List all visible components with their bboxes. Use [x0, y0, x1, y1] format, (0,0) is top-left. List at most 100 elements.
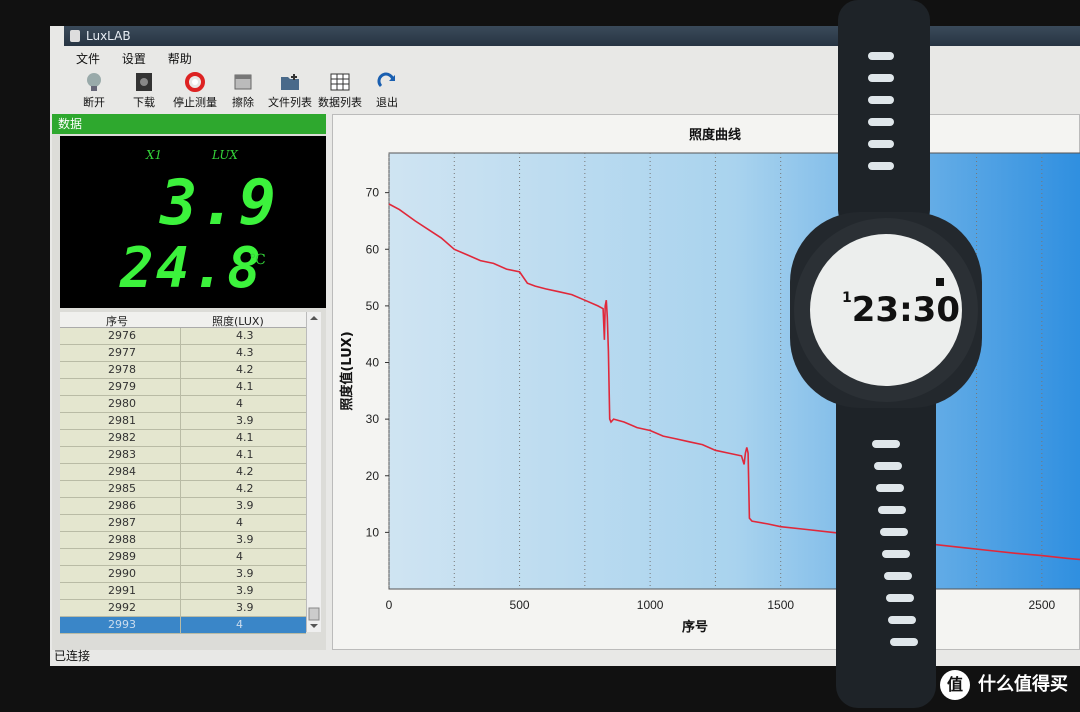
- cell-lux: 4.1: [236, 431, 254, 444]
- table-row[interactable]: 2981 3.9: [60, 413, 306, 430]
- table-row[interactable]: 2989 4: [60, 549, 306, 566]
- table-row[interactable]: 2987 4: [60, 515, 306, 532]
- y-axis-label: 照度值(LUX): [339, 331, 355, 410]
- cell-lux: 3.9: [236, 567, 254, 580]
- table-row[interactable]: 2984 4.2: [60, 464, 306, 481]
- y-tick-label: 30: [366, 412, 380, 426]
- column-header-lux[interactable]: 照度(LUX): [212, 313, 264, 329]
- table-row[interactable]: 2993 4: [60, 617, 306, 634]
- cell-index: 2984: [108, 465, 136, 478]
- toolbar-label: 擦除: [232, 96, 254, 109]
- file-list-button[interactable]: 文件列表: [266, 72, 314, 112]
- cell-index: 2981: [108, 414, 136, 427]
- lux-reading: 3.9: [160, 166, 278, 239]
- watch-graphic: [790, 0, 982, 708]
- unit-label: LUX: [212, 148, 238, 162]
- toolbar-label: 退出: [376, 96, 398, 109]
- table-scrollbar[interactable]: [306, 312, 321, 632]
- cell-index: 2985: [108, 482, 136, 495]
- y-tick-label: 50: [366, 299, 380, 313]
- cell-lux: 4.2: [236, 482, 254, 495]
- watch-time: 123:30: [842, 290, 960, 330]
- table-header: 序号 照度(LUX): [60, 312, 314, 328]
- folder-add-icon: [281, 74, 299, 90]
- bulb-icon: [87, 73, 101, 91]
- cell-lux: 4: [236, 550, 243, 563]
- y-tick-label: 40: [366, 356, 380, 370]
- connection-status: 已连接: [54, 649, 91, 663]
- cell-index: 2991: [108, 584, 136, 597]
- celsius-unit: ℃: [250, 252, 266, 268]
- data-panel-header: 数据: [52, 114, 326, 134]
- data-table: 序号 照度(LUX) 2976 4.3 2977 4.3 2978 4.2 2979 4.1 2…: [60, 312, 314, 634]
- column-header-index[interactable]: 序号: [106, 313, 128, 329]
- table-icon: [330, 73, 350, 91]
- table-row[interactable]: 2978 4.2: [60, 362, 306, 379]
- watermark: 值什么值得买: [940, 670, 1068, 700]
- menu-file[interactable]: 文件: [76, 52, 100, 66]
- table-row[interactable]: 2991 3.9: [60, 583, 306, 600]
- erase-icon: [234, 74, 252, 90]
- toolbar-label: 断开: [83, 96, 105, 109]
- disconnect-button[interactable]: 断开: [76, 72, 112, 112]
- cell-lux: 3.9: [236, 584, 254, 597]
- data-panel: 数据 X1 LUX 3.9 24.8 ℃ 序号 照度(LUX) 2976 4.3 2…: [52, 114, 326, 650]
- table-row[interactable]: 2979 4.1: [60, 379, 306, 396]
- cell-index: 2982: [108, 431, 136, 444]
- table-row[interactable]: 2976 4.3: [60, 328, 306, 345]
- toolbar-label: 下载: [133, 96, 155, 109]
- y-tick-label: 60: [366, 242, 380, 256]
- temperature-reading: 24.8: [120, 236, 263, 301]
- smartwatch: 123:30: [780, 0, 1000, 708]
- cell-lux: 4: [236, 397, 243, 410]
- x-tick-label: 500: [510, 598, 530, 612]
- cell-index: 2978: [108, 363, 136, 376]
- watch-time-prefix: 1: [842, 290, 852, 306]
- cell-index: 2987: [108, 516, 136, 529]
- exit-button[interactable]: 退出: [372, 72, 402, 112]
- lifebuoy-icon: [185, 72, 205, 92]
- table-row[interactable]: 2992 3.9: [60, 600, 306, 617]
- table-row[interactable]: 2977 4.3: [60, 345, 306, 362]
- cell-index: 2977: [108, 346, 136, 359]
- window-title: LuxLAB: [86, 29, 131, 43]
- cell-index: 2983: [108, 448, 136, 461]
- cell-lux: 4.2: [236, 363, 254, 376]
- chart-title: 照度曲线: [689, 127, 741, 143]
- data-list-button[interactable]: 数据列表: [316, 72, 364, 112]
- table-row[interactable]: 2980 4: [60, 396, 306, 413]
- cell-index: 2993: [108, 618, 136, 631]
- download-button[interactable]: 下载: [126, 72, 162, 112]
- toolbar-label: 文件列表: [268, 96, 312, 109]
- cell-index: 2992: [108, 601, 136, 614]
- stop-measure-button[interactable]: 停止测量: [168, 72, 222, 112]
- menu-help[interactable]: 帮助: [168, 52, 192, 66]
- erase-button[interactable]: 擦除: [228, 72, 258, 112]
- x-tick-label: 1000: [637, 598, 664, 612]
- table-row[interactable]: 2988 3.9: [60, 532, 306, 549]
- cell-lux: 4.2: [236, 465, 254, 478]
- cell-index: 2980: [108, 397, 136, 410]
- x-tick-label: 0: [386, 598, 393, 612]
- cell-index: 2976: [108, 329, 136, 342]
- cell-lux: 4: [236, 516, 243, 529]
- table-row[interactable]: 2983 4.1: [60, 447, 306, 464]
- table-row[interactable]: 2990 3.9: [60, 566, 306, 583]
- menu-settings[interactable]: 设置: [122, 52, 146, 66]
- cell-lux: 4.1: [236, 448, 254, 461]
- watch-time-value: 23:30: [851, 290, 960, 330]
- table-row[interactable]: 2986 3.9: [60, 498, 306, 515]
- cell-index: 2988: [108, 533, 136, 546]
- y-tick-label: 70: [366, 186, 380, 200]
- table-row[interactable]: 2982 4.1: [60, 430, 306, 447]
- lcd-display: X1 LUX 3.9 24.8 ℃: [60, 136, 326, 308]
- cell-lux: 4.1: [236, 380, 254, 393]
- y-tick-label: 10: [366, 525, 380, 539]
- table-row[interactable]: 2985 4.2: [60, 481, 306, 498]
- x-axis-label: 序号: [682, 619, 708, 635]
- cell-index: 2986: [108, 499, 136, 512]
- toolbar-label: 停止测量: [173, 96, 217, 109]
- watermark-text: 什么值得买: [978, 674, 1068, 695]
- cell-lux: 4.3: [236, 346, 254, 359]
- cell-lux: 3.9: [236, 533, 254, 546]
